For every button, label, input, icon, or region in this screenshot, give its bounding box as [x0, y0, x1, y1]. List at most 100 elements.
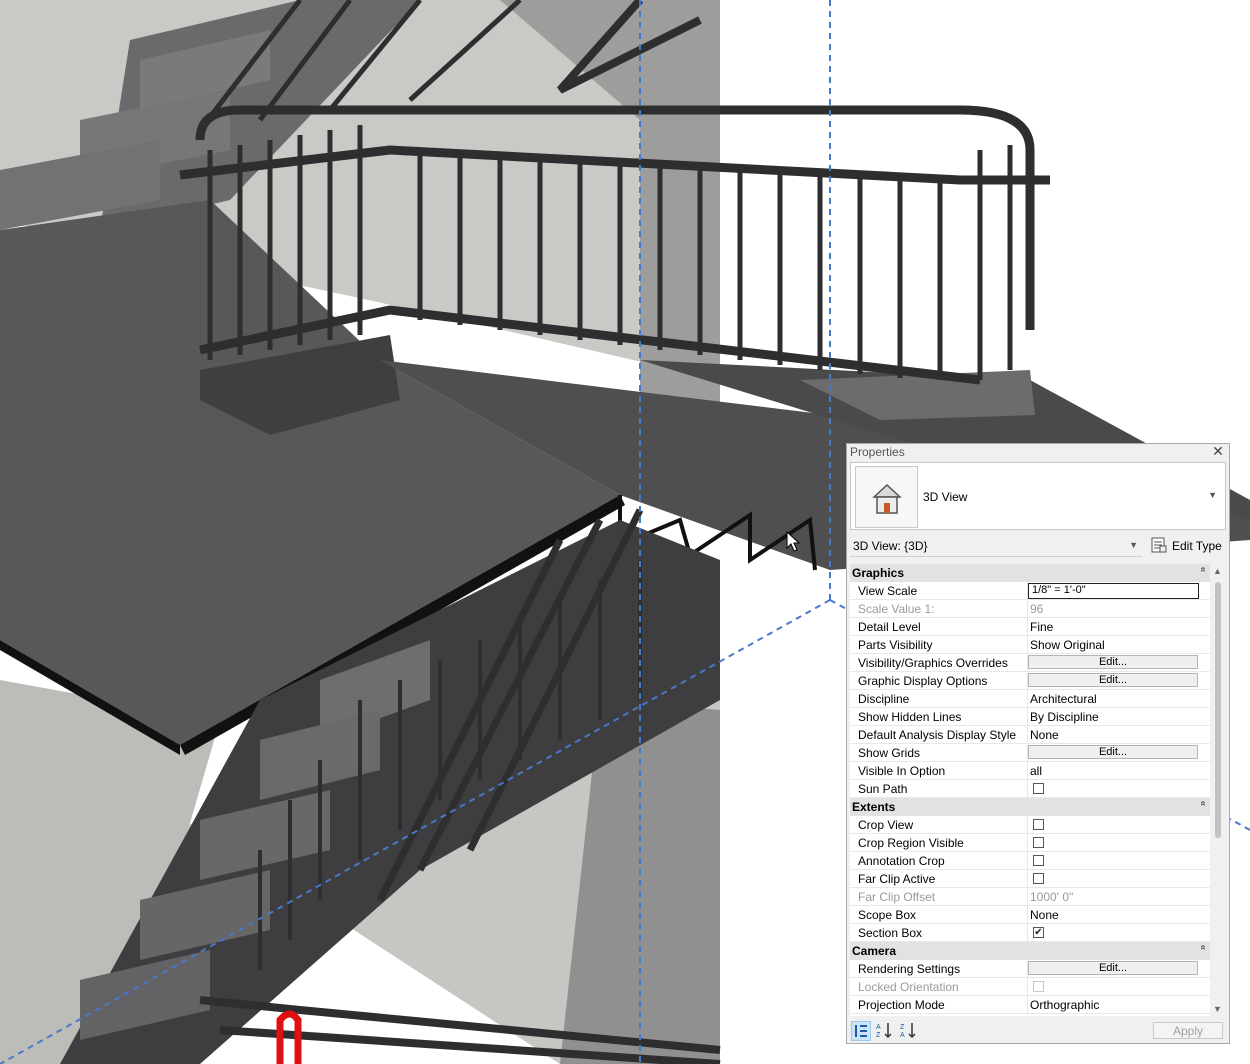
edit-button[interactable]: Edit...: [1028, 673, 1198, 687]
property-row-far-clip-active[interactable]: Far Clip Active: [850, 870, 1210, 888]
collapse-icon[interactable]: »: [1198, 801, 1209, 807]
property-name: Projection Mode: [858, 998, 945, 1012]
property-row-visible-in-option[interactable]: Visible In Option all: [850, 762, 1210, 780]
property-value-cell[interactable]: Edit...: [1027, 960, 1210, 977]
property-row-detail-level[interactable]: Detail Level Fine: [850, 618, 1210, 636]
property-value-cell[interactable]: None: [1027, 906, 1210, 923]
property-name: Visibility/Graphics Overrides: [858, 656, 1008, 670]
edit-button[interactable]: Edit...: [1028, 961, 1198, 975]
scroll-up-icon[interactable]: ▲: [1213, 566, 1222, 576]
section-header-label: Graphics: [852, 566, 905, 580]
edit-type-button[interactable]: Edit Type: [1150, 537, 1228, 555]
property-value-cell[interactable]: Orthographic: [1027, 996, 1210, 1013]
properties-grid[interactable]: Graphics » View Scale 1/8" = 1'-0" Scale Val…: [850, 564, 1210, 1016]
section-header-label: Camera: [852, 944, 897, 958]
property-row-parts-visibility[interactable]: Parts Visibility Show Original: [850, 636, 1210, 654]
checkbox[interactable]: [1033, 873, 1044, 884]
property-value[interactable]: Orthographic: [1030, 998, 1099, 1012]
property-value[interactable]: all: [1030, 764, 1042, 778]
property-name: Rendering Settings: [858, 962, 961, 976]
property-value-cell[interactable]: [1027, 834, 1210, 851]
view-scale-input[interactable]: 1/8" = 1'-0": [1028, 583, 1199, 599]
svg-text:A: A: [900, 1032, 905, 1039]
type-selector[interactable]: 3D View ▼: [850, 462, 1226, 530]
property-row-far-clip-offset[interactable]: Far Clip Offset 1000' 0": [850, 888, 1210, 906]
checkbox: [1033, 981, 1044, 992]
property-name: Discipline: [858, 692, 910, 706]
property-row-projection-mode[interactable]: Projection Mode Orthographic: [850, 996, 1210, 1014]
property-row-crop-view[interactable]: Crop View: [850, 816, 1210, 834]
close-icon[interactable]: ✕: [1211, 444, 1225, 458]
property-value: 1000' 0": [1030, 890, 1074, 904]
property-value-cell[interactable]: [1027, 816, 1210, 833]
property-row-visibility-graphics-overrides[interactable]: Visibility/Graphics Overrides Edit...: [850, 654, 1210, 672]
edit-button[interactable]: Edit...: [1028, 745, 1198, 759]
property-value-cell[interactable]: [1027, 780, 1210, 797]
property-value-cell[interactable]: ✔: [1027, 924, 1210, 941]
property-value-cell[interactable]: 1/8" = 1'-0": [1027, 582, 1210, 599]
property-name: Locked Orientation: [858, 980, 959, 994]
property-row-scope-box[interactable]: Scope Box None: [850, 906, 1210, 924]
checkbox[interactable]: [1033, 855, 1044, 866]
collapse-icon[interactable]: »: [1198, 567, 1209, 573]
properties-title: Properties: [850, 445, 905, 459]
property-value-cell[interactable]: all: [1027, 762, 1210, 779]
property-row-scale-value-1[interactable]: Scale Value 1: 96: [850, 600, 1210, 618]
property-row-graphic-display-options[interactable]: Graphic Display Options Edit...: [850, 672, 1210, 690]
collapse-icon[interactable]: »: [1198, 945, 1209, 951]
property-value[interactable]: Fine: [1030, 620, 1053, 634]
property-row-show-grids[interactable]: Show Grids Edit...: [850, 744, 1210, 762]
property-value[interactable]: Show Original: [1030, 638, 1105, 652]
property-name: Crop View: [858, 818, 914, 832]
property-row-rendering-settings[interactable]: Rendering Settings Edit...: [850, 960, 1210, 978]
sort-descending-button[interactable]: Z A: [899, 1021, 919, 1041]
section-header-graphics[interactable]: Graphics »: [850, 564, 1210, 582]
property-name: Sun Path: [858, 782, 908, 796]
property-value-cell[interactable]: Show Original: [1027, 636, 1210, 653]
property-row-locked-orientation[interactable]: Locked Orientation: [850, 978, 1210, 996]
property-value-cell[interactable]: Edit...: [1027, 744, 1210, 761]
property-row-sun-path[interactable]: Sun Path: [850, 780, 1210, 798]
property-row-default-analysis-display-style[interactable]: Default Analysis Display Style None: [850, 726, 1210, 744]
sort-ascending-button[interactable]: A Z: [875, 1021, 895, 1041]
property-row-crop-region-visible[interactable]: Crop Region Visible: [850, 834, 1210, 852]
property-value[interactable]: None: [1030, 728, 1059, 742]
properties-palette[interactable]: Properties ✕ 3D View ▼ 3D View: {3D} ▼ E…: [846, 443, 1230, 1044]
instance-selector[interactable]: 3D View: {3D} ▼: [850, 536, 1142, 557]
property-row-view-scale[interactable]: View Scale 1/8" = 1'-0": [850, 582, 1210, 600]
checkbox[interactable]: [1033, 819, 1044, 830]
selected-railing-element[interactable]: [276, 1010, 302, 1064]
property-value-cell[interactable]: [1027, 870, 1210, 887]
property-name: Scope Box: [858, 908, 917, 922]
property-value-cell[interactable]: Edit...: [1027, 672, 1210, 689]
checkbox[interactable]: [1033, 837, 1044, 848]
edit-button[interactable]: Edit...: [1028, 655, 1198, 669]
apply-button[interactable]: Apply: [1153, 1022, 1223, 1039]
property-row-show-hidden-lines[interactable]: Show Hidden Lines By Discipline: [850, 708, 1210, 726]
scrollbar-thumb[interactable]: [1215, 582, 1221, 838]
property-value-cell[interactable]: Fine: [1027, 618, 1210, 635]
svg-text:A: A: [876, 1024, 881, 1031]
property-row-annotation-crop[interactable]: Annotation Crop: [850, 852, 1210, 870]
properties-scrollbar[interactable]: ▲ ▼: [1211, 564, 1226, 1016]
chevron-down-icon[interactable]: ▼: [1208, 490, 1217, 500]
property-value-cell[interactable]: [1027, 852, 1210, 869]
section-header-label: Extents: [852, 800, 896, 814]
categorized-sort-button[interactable]: [851, 1021, 871, 1041]
checkbox[interactable]: [1033, 783, 1044, 794]
property-value[interactable]: None: [1030, 908, 1059, 922]
property-row-section-box[interactable]: Section Box ✔: [850, 924, 1210, 942]
scroll-down-icon[interactable]: ▼: [1213, 1004, 1222, 1014]
section-header-camera[interactable]: Camera »: [850, 942, 1210, 960]
property-value[interactable]: Architectural: [1030, 692, 1097, 706]
chevron-down-icon[interactable]: ▼: [1129, 540, 1138, 550]
property-value-cell[interactable]: Edit...: [1027, 654, 1210, 671]
property-value[interactable]: By Discipline: [1030, 710, 1099, 724]
property-value-cell[interactable]: Architectural: [1027, 690, 1210, 707]
property-value-cell[interactable]: By Discipline: [1027, 708, 1210, 725]
section-header-extents[interactable]: Extents »: [850, 798, 1210, 816]
properties-titlebar[interactable]: Properties ✕: [847, 444, 1229, 461]
property-row-discipline[interactable]: Discipline Architectural: [850, 690, 1210, 708]
checkbox[interactable]: ✔: [1033, 927, 1044, 938]
property-value-cell[interactable]: None: [1027, 726, 1210, 743]
